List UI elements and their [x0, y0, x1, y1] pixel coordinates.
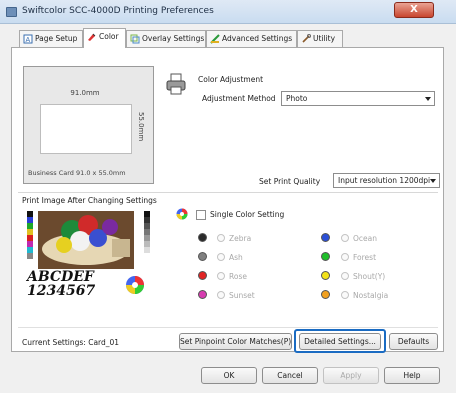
ash-color-icon — [198, 252, 207, 261]
sunset-radio[interactable] — [217, 291, 225, 299]
title-bar: Swiftcolor SCC-4000D Printing Preference… — [0, 0, 456, 24]
forest-label: Forest — [353, 253, 377, 262]
nostalgia-color-icon — [321, 290, 330, 299]
current-settings-label: Current Settings: Card_01 — [22, 338, 120, 347]
tab-advanced-label: Advanced Settings — [222, 34, 293, 43]
color-icon — [88, 33, 96, 41]
card-outline — [40, 104, 132, 154]
divider — [18, 192, 438, 193]
print-image-text-line-2: 1234567 — [27, 283, 96, 299]
close-button[interactable]: X — [394, 2, 434, 18]
printer-icon — [166, 73, 186, 95]
print-image-label: Print Image After Changing Settings — [22, 196, 157, 205]
rose-radio[interactable] — [217, 272, 225, 280]
print-quality-select[interactable]: Input resolution 1200dpi — [333, 173, 440, 188]
ash-radio[interactable] — [217, 253, 225, 261]
zebra-label: Zebra — [229, 234, 252, 243]
card-height-label: 55.0mm — [137, 112, 145, 142]
print-quality-label: Set Print Quality — [259, 177, 321, 186]
shout-radio[interactable] — [341, 272, 349, 280]
tab-overlay-label: Overlay Settings — [142, 34, 205, 43]
overlay-icon — [130, 34, 140, 44]
print-quality-value: Input resolution 1200dpi — [338, 176, 431, 185]
card-width-label: 91.0mm — [70, 89, 100, 97]
rose-color-icon — [198, 271, 207, 280]
adjustment-method-select[interactable]: Photo — [281, 91, 435, 106]
page-setup-icon: A — [23, 34, 33, 44]
ok-button[interactable]: OK — [201, 367, 257, 384]
rose-label: Rose — [229, 272, 247, 281]
window-title: Swiftcolor SCC-4000D Printing Preference… — [22, 6, 214, 16]
tab-page-setup-label: Page Setup — [35, 34, 78, 43]
nostalgia-radio[interactable] — [341, 291, 349, 299]
sunset-color-icon — [198, 290, 207, 299]
apply-button[interactable]: Apply — [323, 367, 379, 384]
chevron-down-icon — [430, 179, 436, 183]
set-pinpoint-button[interactable]: Set Pinpoint Color Matches(P) — [179, 333, 292, 350]
forest-color-icon — [321, 252, 330, 261]
color-wheel-icon — [176, 208, 188, 220]
sunset-label: Sunset — [229, 291, 255, 300]
zebra-radio[interactable] — [217, 234, 225, 242]
tab-page-setup[interactable]: A Page Setup — [19, 30, 83, 47]
advanced-icon — [210, 34, 220, 44]
utility-icon — [302, 34, 311, 43]
tab-overlay-settings[interactable]: Overlay Settings — [126, 30, 206, 47]
help-button[interactable]: Help — [384, 367, 440, 384]
card-size-label: Business Card 91.0 x 55.0mm — [28, 169, 126, 177]
ocean-radio[interactable] — [341, 234, 349, 242]
single-color-checkbox[interactable] — [196, 210, 206, 220]
tab-color-label: Color — [99, 32, 119, 41]
svg-text:A: A — [26, 37, 31, 44]
cancel-button[interactable]: Cancel — [262, 367, 318, 384]
single-color-label: Single Color Setting — [210, 210, 285, 219]
chevron-down-icon — [425, 97, 431, 101]
shout-color-icon — [321, 271, 330, 280]
forest-radio[interactable] — [341, 253, 349, 261]
zebra-color-icon — [198, 233, 207, 242]
ocean-label: Ocean — [353, 234, 377, 243]
tab-advanced-settings[interactable]: Advanced Settings — [206, 30, 297, 47]
shout-label: Shout(Y) — [353, 272, 386, 281]
nostalgia-label: Nostalgia — [353, 291, 389, 300]
tab-utility-label: Utility — [313, 34, 336, 43]
ash-label: Ash — [229, 253, 243, 262]
printing-preferences-window: Swiftcolor SCC-4000D Printing Preference… — [0, 0, 456, 393]
print-image-text-line-1: ABCDEF — [27, 269, 94, 285]
tab-color[interactable]: Color — [83, 28, 126, 48]
adjustment-method-label: Adjustment Method — [202, 94, 276, 103]
divider — [18, 327, 438, 328]
printer-app-icon — [6, 7, 17, 17]
defaults-button[interactable]: Defaults — [389, 333, 438, 350]
tab-utility[interactable]: Utility — [297, 30, 343, 47]
detailed-settings-button[interactable]: Detailed Settings... — [299, 333, 381, 350]
ocean-color-icon — [321, 233, 330, 242]
adjustment-method-value: Photo — [286, 94, 308, 103]
color-adjustment-heading: Color Adjustment — [198, 75, 264, 84]
